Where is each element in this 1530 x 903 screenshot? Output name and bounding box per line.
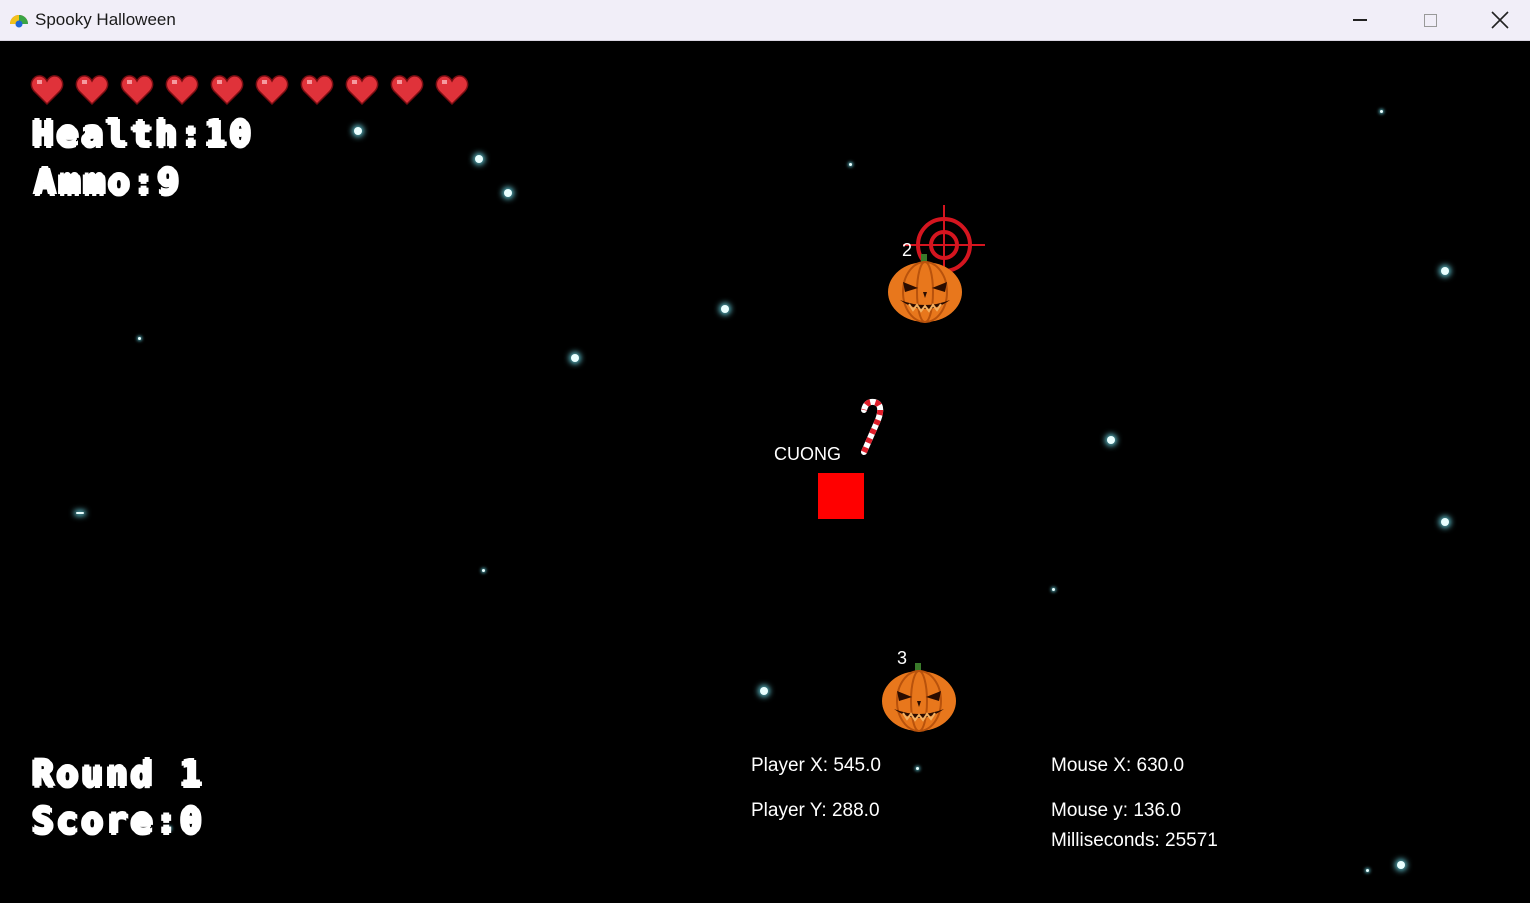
- health-label: Health:10: [32, 114, 255, 155]
- star: [1052, 588, 1055, 591]
- candy-cane-icon[interactable]: [854, 396, 890, 456]
- heart-icon: [165, 75, 199, 106]
- heart-icon: [390, 75, 424, 106]
- heart-icon: [210, 75, 244, 106]
- star: [1441, 267, 1449, 275]
- star: [1380, 110, 1383, 113]
- star: [1366, 869, 1369, 872]
- heart-icon: [30, 75, 64, 106]
- player-y-readout: Player Y: 288.0: [751, 800, 880, 821]
- star: [721, 305, 729, 313]
- maximize-button[interactable]: [1395, 0, 1465, 40]
- star: [504, 189, 512, 197]
- health-hearts: [30, 73, 469, 107]
- heart-icon: [75, 75, 109, 106]
- pumpkin-icon[interactable]: [885, 252, 965, 324]
- mouse-y-readout: Mouse y: 136.0: [1051, 800, 1181, 821]
- pumpkin-icon[interactable]: [879, 661, 959, 733]
- maximize-icon: [1423, 13, 1437, 27]
- window-title: Spooky Halloween: [35, 10, 176, 29]
- star: [138, 337, 141, 340]
- milliseconds-readout: Milliseconds: 25571: [1051, 830, 1218, 851]
- mouse-x-readout: Mouse X: 630.0: [1051, 755, 1185, 776]
- star: [475, 155, 483, 163]
- player-x-readout: Player X: 545.0: [751, 755, 881, 776]
- ammo-label: Ammo:9: [34, 162, 183, 203]
- star: [1107, 436, 1115, 444]
- round-label: Round 1: [32, 754, 205, 795]
- heart-icon: [300, 75, 334, 106]
- star: [482, 569, 485, 572]
- star: [849, 163, 852, 166]
- minimize-icon: [1353, 19, 1367, 21]
- player-square: [818, 473, 864, 519]
- player-name: CUONG: [774, 444, 841, 464]
- close-button[interactable]: [1465, 0, 1530, 40]
- star: [916, 767, 919, 770]
- minimize-button[interactable]: [1325, 0, 1395, 40]
- star: [760, 687, 768, 695]
- star: [1397, 861, 1405, 869]
- close-icon: [1491, 11, 1509, 29]
- heart-icon: [345, 75, 379, 106]
- star: [571, 354, 579, 362]
- heart-icon: [255, 75, 289, 106]
- window-titlebar: Spooky Halloween: [0, 0, 1530, 41]
- score-label: Score:0: [32, 801, 205, 842]
- heart-icon: [435, 75, 469, 106]
- star: [1441, 518, 1449, 526]
- heart-icon: [120, 75, 154, 106]
- game-canvas[interactable]: Health:10 Ammo:9 Round 1 Score:0 2 3 CUO…: [0, 41, 1530, 903]
- app-icon: [10, 15, 28, 28]
- star: [76, 512, 84, 514]
- star: [354, 127, 362, 135]
